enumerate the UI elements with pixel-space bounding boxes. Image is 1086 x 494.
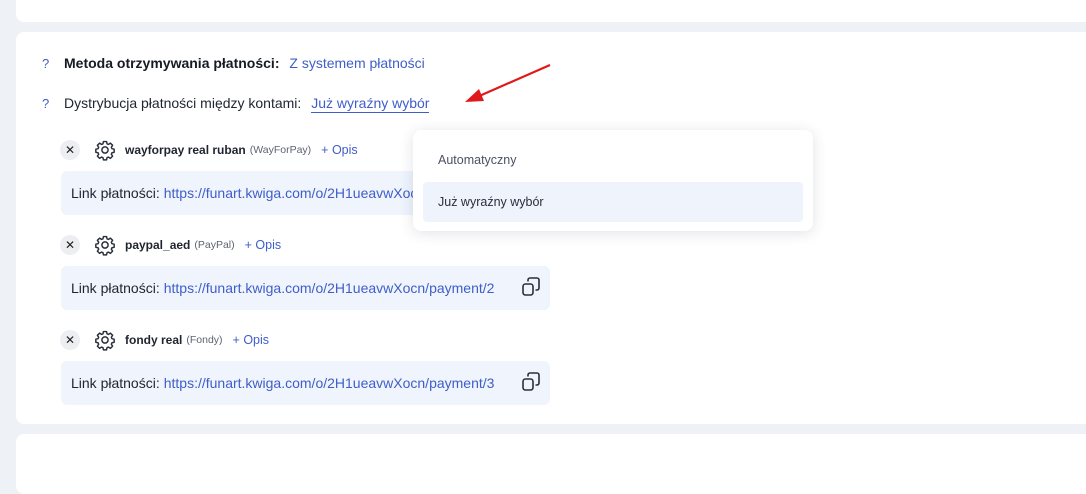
remove-method-button[interactable]: ✕ bbox=[60, 235, 80, 255]
payment-link-url[interactable]: https://funart.kwiga.com/o/2H1ueavwXocn/… bbox=[164, 280, 495, 296]
distribution-dropdown: Automatyczny Już wyraźny wybór bbox=[413, 130, 813, 231]
gear-icon[interactable] bbox=[94, 329, 116, 351]
method-name: wayforpay real ruban bbox=[125, 143, 246, 157]
payment-link-label: Link płatności: bbox=[71, 375, 160, 391]
payment-link-label: Link płatności: bbox=[71, 185, 160, 201]
next-section-card bbox=[16, 434, 1086, 494]
method-provider: (PayPal) bbox=[194, 239, 235, 251]
help-icon[interactable]: ? bbox=[42, 56, 49, 71]
copy-icon[interactable] bbox=[520, 276, 542, 298]
remove-method-button[interactable]: ✕ bbox=[60, 140, 80, 160]
payment-link-box: Link płatności: https://funart.kwiga.com… bbox=[61, 361, 550, 405]
payment-method-item: ✕ fondy real (Fondy) + Opis bbox=[60, 329, 269, 351]
help-icon[interactable]: ? bbox=[42, 96, 49, 111]
previous-section-card bbox=[16, 0, 1086, 22]
add-description-link[interactable]: + Opis bbox=[245, 238, 281, 252]
method-provider: (WayForPay) bbox=[249, 144, 312, 156]
method-name: paypal_aed bbox=[125, 238, 191, 252]
payment-method-row: Metoda otrzymywania płatności: Z systeme… bbox=[64, 55, 425, 71]
payment-link-label: Link płatności: bbox=[71, 280, 160, 296]
payment-link-url[interactable]: https://funart.kwiga.com/o/2H1ueavwXocn/… bbox=[164, 375, 495, 391]
annotation-arrow bbox=[465, 63, 551, 102]
dropdown-option-explicit[interactable]: Już wyraźny wybór bbox=[423, 182, 803, 222]
method-name: fondy real bbox=[125, 333, 183, 347]
payment-method-item: ✕ wayforpay real ruban (WayForPay) + Opi… bbox=[60, 139, 358, 161]
method-provider: (Fondy) bbox=[186, 334, 223, 346]
add-description-link[interactable]: + Opis bbox=[321, 143, 357, 157]
payment-method-value[interactable]: Z systemem płatności bbox=[289, 55, 424, 71]
add-description-link[interactable]: + Opis bbox=[233, 333, 269, 347]
remove-method-button[interactable]: ✕ bbox=[60, 330, 80, 350]
distribution-row: Dystrybucja płatności między kontami: Ju… bbox=[64, 95, 430, 113]
copy-icon[interactable] bbox=[520, 371, 542, 393]
payment-link-box: Link płatności: https://funart.kwiga.com… bbox=[61, 266, 550, 310]
payment-method-item: ✕ paypal_aed (PayPal) + Opis bbox=[60, 234, 281, 256]
distribution-select[interactable]: Już wyraźny wybór bbox=[311, 95, 430, 113]
distribution-label: Dystrybucja płatności między kontami: bbox=[64, 95, 302, 111]
dropdown-option-automatic[interactable]: Automatyczny bbox=[423, 140, 803, 180]
payment-method-label: Metoda otrzymywania płatności: bbox=[64, 55, 280, 71]
gear-icon[interactable] bbox=[94, 139, 116, 161]
gear-icon[interactable] bbox=[94, 234, 116, 256]
